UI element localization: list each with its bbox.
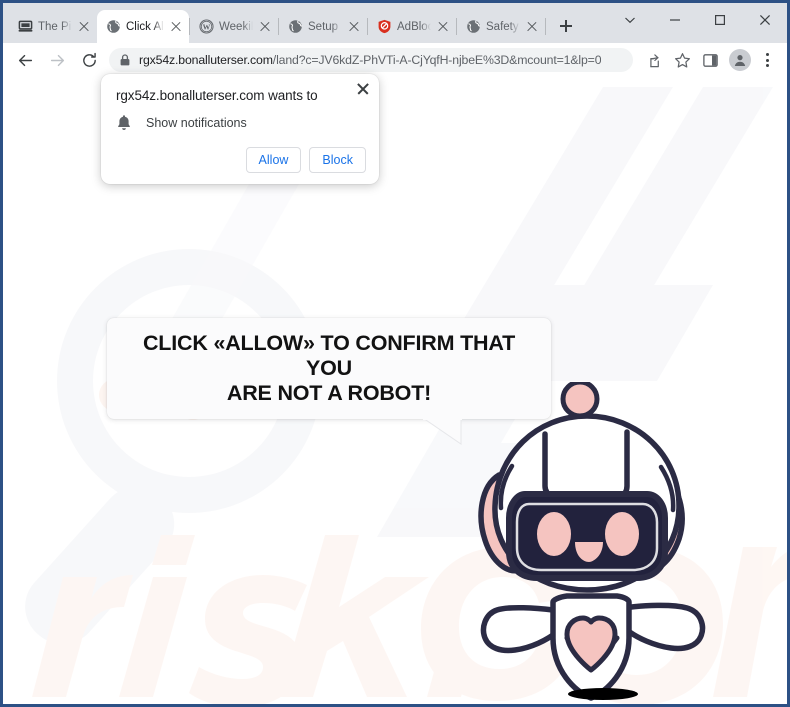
globe-icon (466, 19, 481, 34)
dot (765, 58, 769, 62)
tab-close-icon[interactable] (525, 20, 539, 34)
new-tab-button[interactable] (552, 12, 580, 40)
address-bar[interactable]: rgx54z.bonalluterser.com/land?c=JV6kdZ-P… (109, 48, 633, 72)
back-arrow-icon[interactable] (11, 46, 39, 74)
browser-toolbar: rgx54z.bonalluterser.com/land?c=JV6kdZ-P… (3, 43, 787, 77)
tab-title: Setup F (308, 20, 342, 33)
close-icon[interactable] (355, 81, 371, 97)
minimize-icon[interactable] (652, 4, 697, 36)
tab-separator (545, 18, 546, 35)
permission-actions: Allow Block (245, 147, 366, 173)
url-path: /land?c=JV6kdZ-PhVTi-A-CjYqfH-njbeE%3D&m… (272, 53, 602, 67)
tab-title: WeekiP (219, 20, 253, 33)
tab-safety[interactable]: Safety [ (457, 10, 545, 43)
side-panel-icon[interactable] (697, 47, 723, 73)
bell-icon (116, 114, 132, 131)
tab-close-icon[interactable] (436, 20, 450, 34)
tab-adblock[interactable]: AdBloc (368, 10, 456, 43)
tab-search-chevron-down-icon[interactable] (607, 4, 652, 36)
tab-weekip[interactable]: W WeekiP (190, 10, 278, 43)
wordpress-icon: W (199, 19, 214, 34)
tab-title: AdBloc (397, 20, 431, 33)
url-text: rgx54z.bonalluterser.com/land?c=JV6kdZ-P… (139, 53, 601, 67)
bubble-text-line2: ARE NOT A ROBOT! (226, 381, 432, 405)
tab-title: Click Al (126, 20, 164, 33)
browser-window: The Pir Click Al W WeekiP (0, 0, 790, 707)
tab-close-icon[interactable] (77, 20, 91, 34)
permission-row: Show notifications (116, 114, 247, 131)
globe-icon (106, 19, 121, 34)
globe-icon (288, 19, 303, 34)
robot-mascot-illustration (478, 382, 706, 701)
reload-icon[interactable] (75, 46, 103, 74)
maximize-icon[interactable] (697, 4, 742, 36)
share-icon[interactable] (641, 47, 667, 73)
bubble-text-line1: CLICK «ALLOW» TO CONFIRM THAT YOU (142, 331, 515, 380)
robot-shadow (568, 688, 638, 700)
star-icon[interactable] (669, 47, 695, 73)
tab-title: The Pir (38, 20, 72, 33)
close-icon[interactable] (742, 4, 787, 36)
permission-dialog-title: rgx54z.bonalluterser.com wants to (116, 88, 318, 103)
adblock-shield-icon (377, 19, 392, 34)
profile-avatar-icon[interactable] (729, 49, 751, 71)
forward-arrow-icon (43, 46, 71, 74)
tab-setup[interactable]: Setup F (279, 10, 367, 43)
tab-close-icon[interactable] (347, 20, 361, 34)
notification-permission-dialog: rgx54z.bonalluterser.com wants to Show n… (101, 74, 379, 184)
url-host: rgx54z.bonalluterser.com (139, 53, 273, 67)
dot (765, 64, 769, 67)
tab-the-pirate[interactable]: The Pir (9, 10, 97, 43)
tab-close-icon[interactable] (169, 20, 183, 34)
svg-text:W: W (203, 23, 211, 32)
speech-bubble-tail (423, 418, 462, 445)
kebab-menu-icon[interactable] (755, 47, 779, 73)
tab-close-icon[interactable] (258, 20, 272, 34)
permission-label: Show notifications (146, 115, 247, 130)
tab-click-allow[interactable]: Click Al (97, 10, 189, 43)
lock-icon (118, 53, 132, 67)
allow-button[interactable]: Allow (245, 147, 302, 173)
computer-icon (18, 19, 33, 34)
tab-title: Safety [ (486, 20, 520, 33)
window-controls (607, 3, 787, 37)
block-button[interactable]: Block (309, 147, 366, 173)
dot (765, 53, 769, 56)
